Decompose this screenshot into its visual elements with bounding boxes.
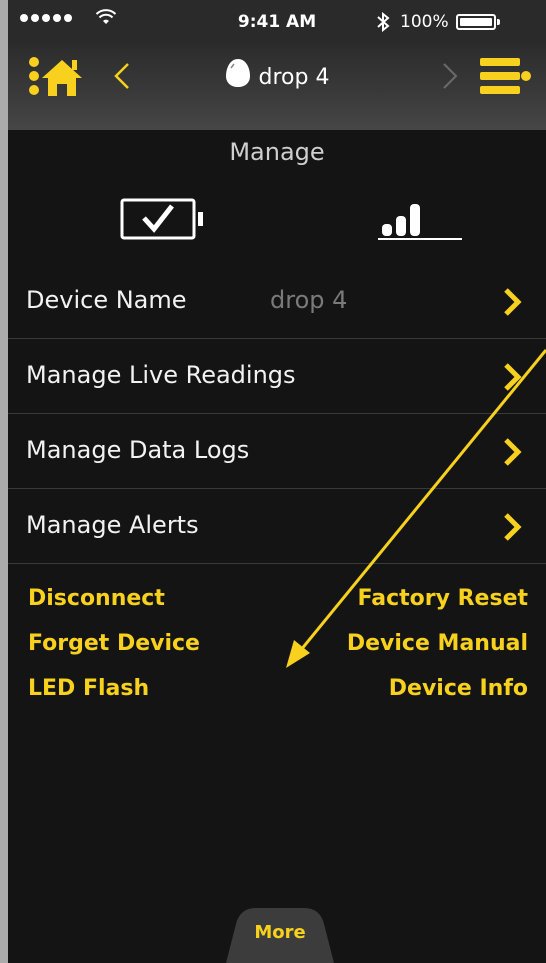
chevron-right-icon <box>504 288 522 316</box>
list-item-device-name[interactable]: Device Name drop 4 <box>8 264 546 339</box>
list-item-label: Device Name <box>26 286 187 314</box>
device-manual-link[interactable]: Device Manual <box>347 631 528 656</box>
nav-bar: drop 4 <box>8 44 546 130</box>
list-item-live-readings[interactable]: Manage Live Readings <box>8 339 546 414</box>
status-bar: 9:41 AM 100% <box>8 0 546 44</box>
led-flash-link[interactable]: LED Flash <box>28 676 149 701</box>
forget-device-link[interactable]: Forget Device <box>28 631 200 656</box>
list-item-data-logs[interactable]: Manage Data Logs <box>8 414 546 489</box>
device-name-title: drop 4 <box>258 65 330 90</box>
menu-icon[interactable] <box>476 52 532 100</box>
list-item-alerts[interactable]: Manage Alerts <box>8 489 546 564</box>
section-title: Manage <box>229 138 325 166</box>
forward-chevron-icon[interactable] <box>434 54 464 98</box>
bluetooth-icon <box>376 11 390 37</box>
battery-icon <box>456 14 500 30</box>
battery-percent: 100% <box>400 12 449 32</box>
list-item-label: Manage Alerts <box>26 511 199 539</box>
battery-check-icon[interactable] <box>120 196 208 242</box>
factory-reset-link[interactable]: Factory Reset <box>358 586 529 611</box>
phone-screen: 9:41 AM 100% drop 4 Manage Device Name d… <box>8 0 546 963</box>
list-item-label: Manage Live Readings <box>26 361 296 389</box>
settings-list: Device Name drop 4 Manage Live Readings … <box>8 264 546 564</box>
device-info-link[interactable]: Device Info <box>389 676 528 701</box>
chevron-right-icon <box>504 438 522 466</box>
device-name-value: drop 4 <box>270 286 348 314</box>
list-item-label: Manage Data Logs <box>26 436 250 464</box>
chevron-right-icon <box>504 513 522 541</box>
disconnect-link[interactable]: Disconnect <box>28 586 165 611</box>
signal-bars-icon[interactable] <box>374 196 464 242</box>
more-tab-button[interactable]: More <box>226 922 334 943</box>
drop-device-icon <box>225 59 250 87</box>
device-title: drop 4 <box>8 58 546 90</box>
chevron-right-icon <box>504 363 522 391</box>
